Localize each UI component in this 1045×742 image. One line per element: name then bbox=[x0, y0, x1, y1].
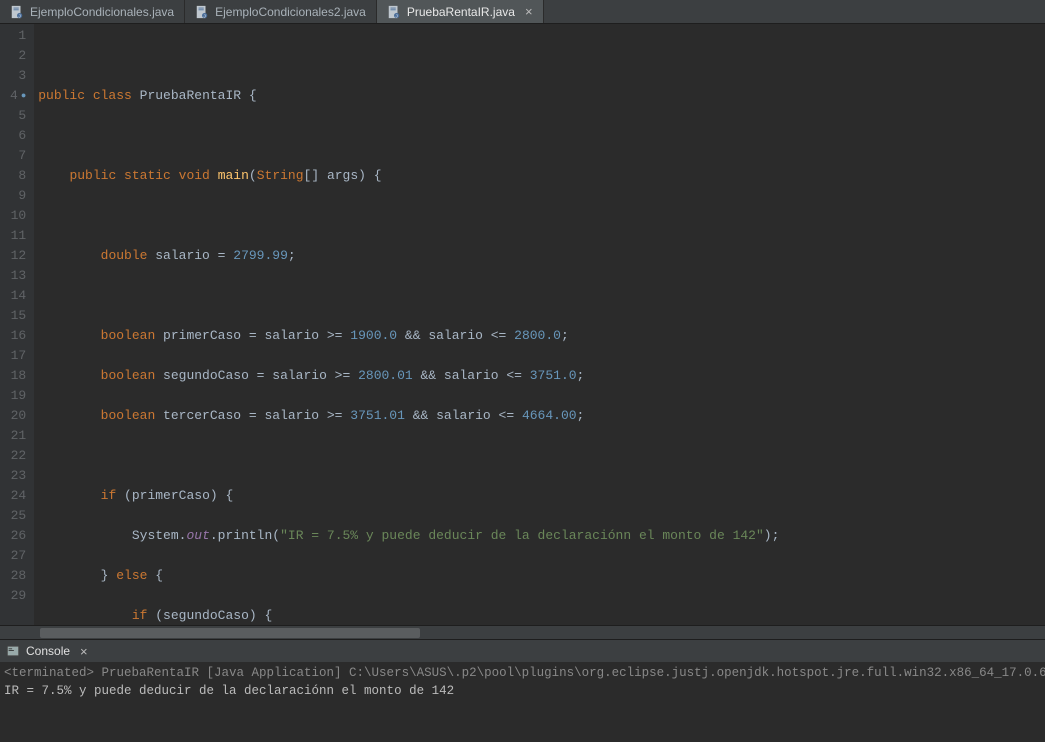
horizontal-scrollbar[interactable] bbox=[0, 625, 1045, 639]
tab-label: EjemploCondicionales2.java bbox=[215, 5, 366, 19]
close-icon[interactable]: × bbox=[525, 4, 533, 19]
tab-file-2[interactable]: J EjemploCondicionales2.java bbox=[185, 0, 377, 23]
svg-text:J: J bbox=[204, 13, 206, 18]
console-panel: Console × <terminated> PruebaRentaIR [Ja… bbox=[0, 639, 1045, 742]
console-status: <terminated> PruebaRentaIR [Java Applica… bbox=[4, 666, 1045, 680]
tab-file-1[interactable]: J EjemploCondicionales.java bbox=[0, 0, 185, 23]
tab-label: PruebaRentaIR.java bbox=[407, 5, 515, 19]
tab-label: EjemploCondicionales.java bbox=[30, 5, 174, 19]
tab-file-3[interactable]: J PruebaRentaIR.java × bbox=[377, 0, 544, 23]
java-file-icon: J bbox=[387, 5, 401, 19]
code-editor[interactable]: 1 2 3 4 5 6 7 8 9 10 11 12 13 14 15 16 1… bbox=[0, 24, 1045, 625]
console-title: Console bbox=[26, 644, 70, 658]
console-icon bbox=[6, 644, 20, 658]
close-icon[interactable]: × bbox=[80, 644, 88, 659]
line-number-gutter: 1 2 3 4 5 6 7 8 9 10 11 12 13 14 15 16 1… bbox=[0, 24, 34, 625]
console-tab[interactable]: Console × bbox=[0, 640, 1045, 662]
scrollbar-thumb[interactable] bbox=[40, 628, 420, 638]
code-area[interactable]: public class PruebaRentaIR { public stat… bbox=[34, 24, 1045, 625]
svg-text:J: J bbox=[395, 13, 397, 18]
console-line: IR = 7.5% y puede deducir de la declarac… bbox=[4, 684, 454, 698]
java-file-icon: J bbox=[10, 5, 24, 19]
java-file-icon: J bbox=[195, 5, 209, 19]
editor-tabs: J EjemploCondicionales.java J EjemploCon… bbox=[0, 0, 1045, 24]
svg-text:J: J bbox=[19, 13, 21, 18]
console-output[interactable]: <terminated> PruebaRentaIR [Java Applica… bbox=[0, 662, 1045, 742]
